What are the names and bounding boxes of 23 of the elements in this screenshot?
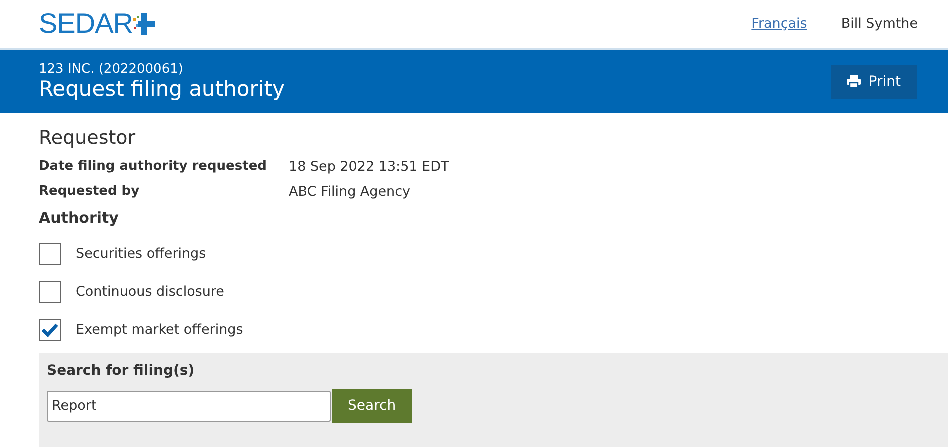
user-name: Bill Symthe xyxy=(841,16,918,32)
detail-label: Requested by xyxy=(39,184,141,200)
detail-value: 18 Sep 2022 13:51 EDT xyxy=(289,159,450,175)
company-name: 123 INC. (202200061) xyxy=(39,62,184,77)
printer-icon xyxy=(846,75,861,88)
search-field[interactable]: Report xyxy=(47,390,331,422)
checkbox[interactable] xyxy=(39,281,61,303)
print-button[interactable]: Print xyxy=(830,64,917,98)
checkbox[interactable] xyxy=(39,319,61,341)
search-button[interactable]: Search xyxy=(332,389,412,423)
checkbox-label: Exempt market offerings xyxy=(76,322,244,338)
detail-label: Date filing authority requested xyxy=(39,159,268,175)
authority-heading: Authority xyxy=(39,209,120,227)
checkbox-label: Continuous disclosure xyxy=(76,284,224,300)
search-heading: Search for filing(s) xyxy=(47,363,196,379)
detail-value: ABC Filing Agency xyxy=(289,184,412,200)
checkbox[interactable] xyxy=(39,243,61,265)
plus-logo-icon xyxy=(132,13,155,35)
section-title: Requestor xyxy=(39,127,137,149)
checkbox-label: Securities offerings xyxy=(76,246,206,262)
page-title: Request filing authority xyxy=(39,77,285,101)
logo-text: SEDAR xyxy=(39,8,133,40)
language-link[interactable]: Français xyxy=(752,16,808,32)
